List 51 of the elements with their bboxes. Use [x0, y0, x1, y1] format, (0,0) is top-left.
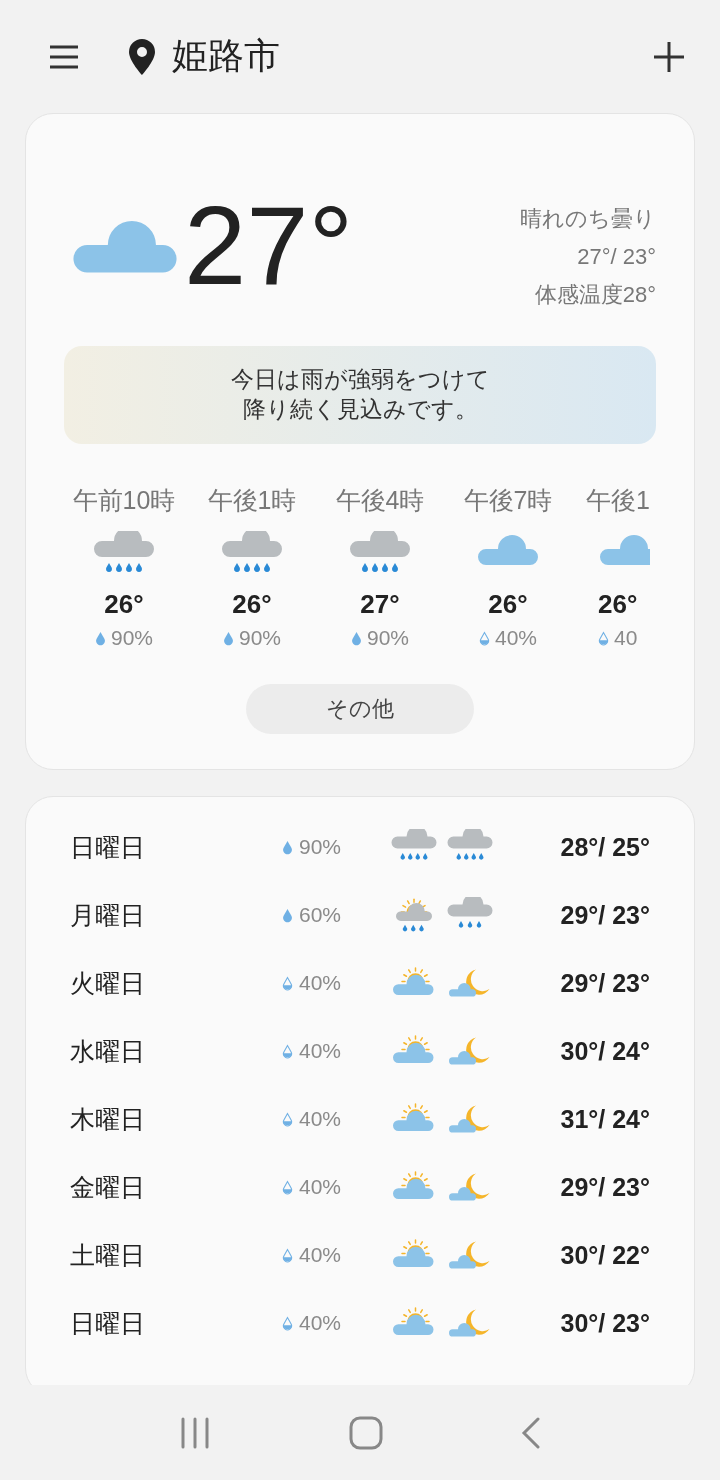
location-name: 姫路市: [172, 34, 281, 78]
day-name: 火曜日: [70, 967, 146, 999]
precipitation-chance: 40%: [299, 1243, 342, 1267]
hour-temperature: 26°: [488, 589, 528, 620]
precipitation-chance: 90%: [367, 626, 409, 650]
hour-temperature: 26°: [104, 589, 144, 620]
high-low-temperature: 29°/ 23°: [559, 900, 650, 930]
hour-time: 午後1時: [207, 485, 297, 516]
high-low-temperature: 30°/ 24°: [559, 1036, 650, 1066]
day-name: 水曜日: [70, 1035, 146, 1067]
high-low-temperature: 28°/ 25°: [559, 832, 650, 862]
high-low-temperature: 30°/ 22°: [559, 1240, 650, 1270]
precipitation-chance: 60%: [299, 903, 342, 927]
high-low-temperature: 31°/ 24°: [559, 1104, 650, 1134]
high-low-temperature: 29°/ 23°: [559, 968, 650, 998]
high-low-temperature: 27°/ 23°: [577, 244, 656, 270]
high-low-temperature: 29°/ 23°: [559, 1172, 650, 1202]
day-name: 金曜日: [70, 1171, 146, 1203]
feels-like-temperature: 体感温度28°: [534, 281, 656, 309]
hour-time: 午後4時: [335, 485, 425, 516]
day-name: 日曜日: [70, 831, 146, 863]
recent-apps-icon[interactable]: [179, 1416, 211, 1449]
home-icon[interactable]: [349, 1415, 383, 1450]
hour-temperature: 26°: [598, 589, 638, 620]
forecast-summary: 今日は雨が強弱をつけて: [230, 365, 490, 395]
precipitation-chance: 90%: [111, 626, 153, 650]
add-icon[interactable]: [652, 39, 686, 74]
precipitation-chance: 90%: [299, 835, 342, 859]
hour-temperature: 27°: [360, 589, 400, 620]
forecast-summary: 降り続く見込みです。: [242, 395, 478, 424]
hour-time: 午後1: [586, 485, 650, 516]
day-name: 木曜日: [70, 1103, 146, 1135]
day-name: 月曜日: [70, 899, 146, 931]
precipitation-chance: 40%: [299, 1039, 342, 1063]
day-name: 土曜日: [70, 1239, 146, 1271]
precipitation-chance: 40%: [299, 1311, 342, 1335]
day-name: 日曜日: [70, 1307, 146, 1339]
precipitation-chance: 40%: [495, 626, 537, 650]
high-low-temperature: 30°/ 23°: [559, 1308, 650, 1338]
back-icon[interactable]: [521, 1416, 541, 1449]
condition-text: 晴れのち曇り: [520, 205, 656, 233]
hour-temperature: 26°: [232, 589, 272, 620]
precipitation-chance: 40: [614, 626, 638, 650]
current-temperature: 27°: [184, 190, 355, 302]
precipitation-chance: 40%: [299, 1175, 342, 1199]
precipitation-chance: 90%: [239, 626, 281, 650]
precipitation-chance: 40%: [299, 1107, 342, 1131]
precipitation-chance: 40%: [299, 971, 342, 995]
hour-time: 午後7時: [463, 485, 553, 516]
more-button[interactable]: その他: [246, 684, 474, 734]
hour-time: 午前10時: [72, 485, 176, 516]
